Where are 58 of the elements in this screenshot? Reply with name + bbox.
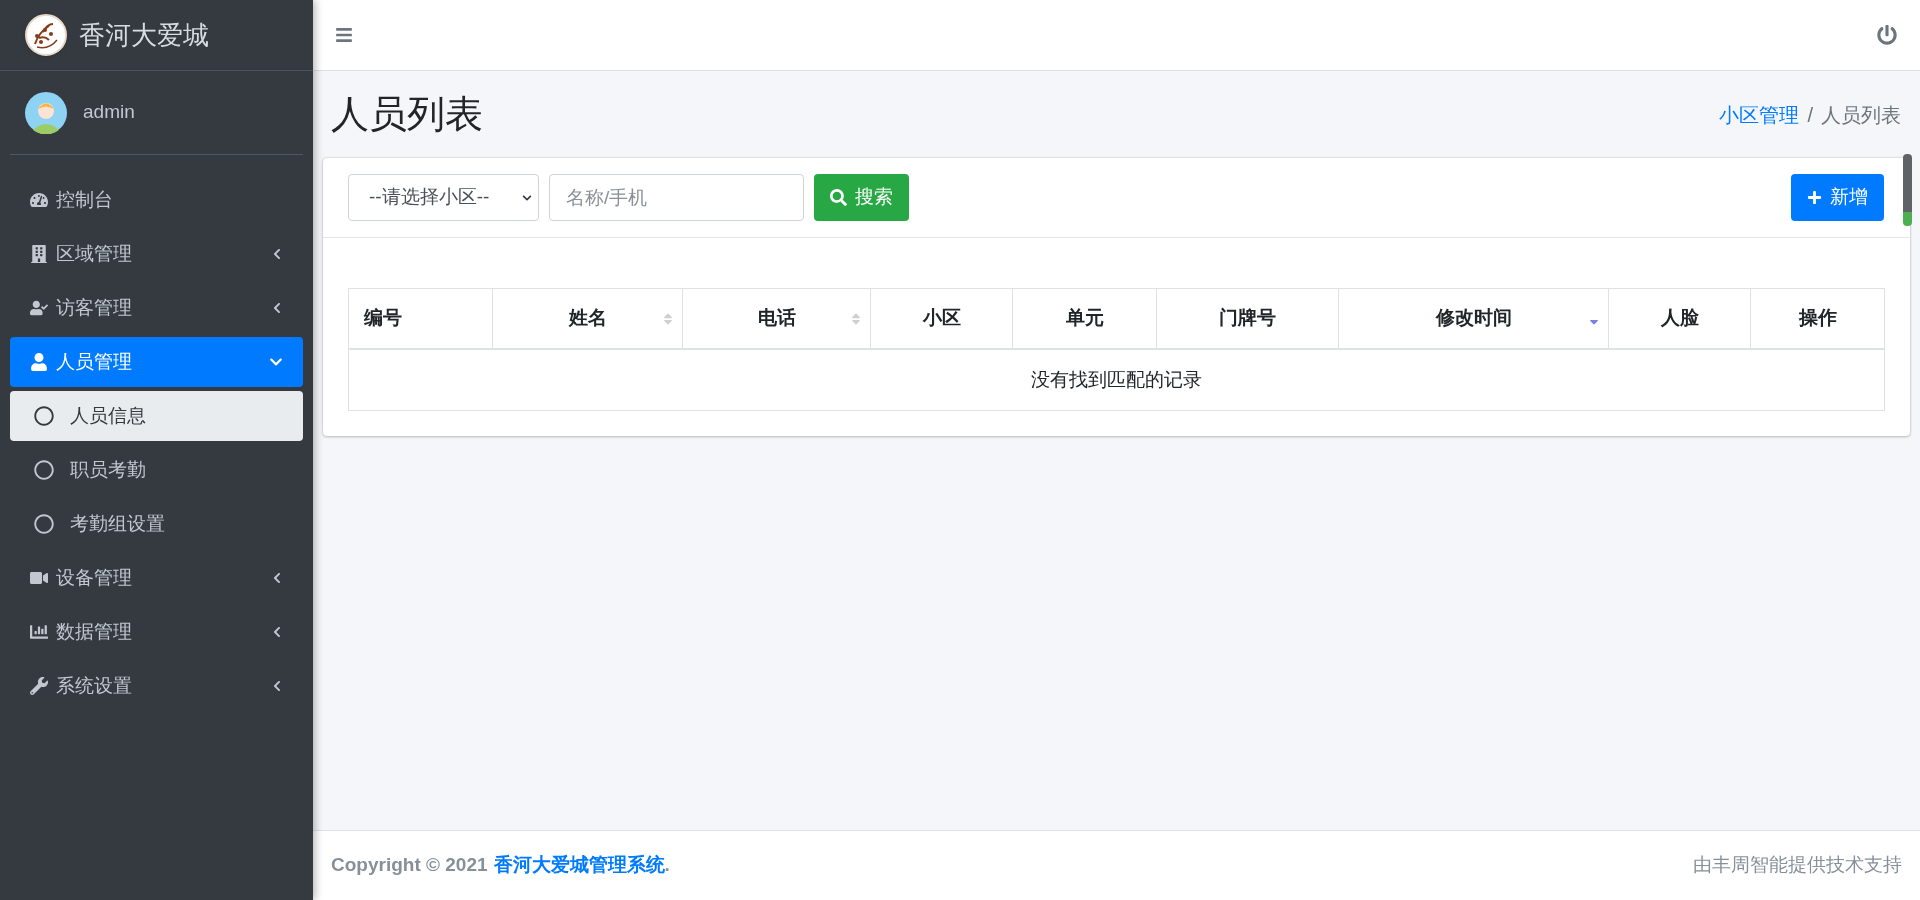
submenu-label: 职员考勤 (70, 457, 146, 482)
column-header[interactable]: 电话 (682, 289, 870, 348)
menu-label: 控制台 (56, 187, 114, 212)
empty-message: 没有找到匹配的记录 (1030, 367, 1203, 392)
submenu-item[interactable]: 人员信息 (10, 391, 303, 441)
menu-item[interactable]: 访客管理 (10, 283, 303, 333)
menu-label: 区域管理 (56, 241, 133, 266)
avatar-icon (25, 91, 67, 134)
user-name[interactable]: admin (83, 98, 135, 127)
footer-link[interactable]: 香河大爱城管理系统. (493, 851, 670, 880)
column-header: 门牌号 (1156, 289, 1338, 348)
user-icon (30, 353, 48, 371)
menu-item[interactable]: 系统设置 (10, 661, 303, 711)
column-header[interactable]: 姓名 (492, 289, 682, 348)
menu-label: 访客管理 (56, 295, 133, 320)
submenu-label: 人员信息 (70, 403, 146, 428)
breadcrumb-current: 人员列表 (1821, 102, 1901, 128)
bar-chart-icon (30, 623, 48, 641)
menu-item[interactable]: 数据管理 (10, 607, 303, 657)
wrench-icon (30, 677, 48, 695)
breadcrumb-link[interactable]: 小区管理 (1719, 99, 1800, 130)
menu-item[interactable]: 控制台 (10, 175, 303, 225)
copyright-text: Copyright © 2021 (331, 853, 488, 878)
menu-label: 数据管理 (56, 619, 133, 644)
column-header: 单元 (1012, 289, 1156, 348)
gauge-icon (30, 191, 48, 209)
community-select[interactable]: --请选择小区-- (348, 174, 539, 221)
dropdown-caret-icon (522, 192, 532, 203)
search-icon (830, 189, 847, 206)
submenu-item[interactable]: 职员考勤 (10, 445, 303, 495)
menu-item[interactable]: 区域管理 (10, 229, 303, 279)
submenu-item[interactable]: 考勤组设置 (10, 499, 303, 549)
scrollbar-thumb[interactable] (1903, 154, 1912, 226)
user-check-icon (30, 299, 48, 317)
column-header: 编号 (363, 306, 403, 331)
submenu-label: 考勤组设置 (70, 511, 165, 536)
column-header[interactable]: 修改时间 (1338, 289, 1608, 348)
menu-label: 系统设置 (56, 673, 133, 698)
menu-label: 人员管理 (56, 349, 133, 374)
menu-icon[interactable] (335, 26, 353, 44)
page-title: 人员列表 (331, 92, 483, 137)
power-icon[interactable] (1877, 25, 1897, 45)
breadcrumb-separator: / (1807, 102, 1813, 128)
footer-period: . (664, 854, 670, 876)
logo-icon (25, 14, 67, 56)
column-header: 小区 (870, 289, 1012, 348)
plus-icon (1807, 190, 1822, 205)
menu-item[interactable]: 设备管理 (10, 553, 303, 603)
column-header: 人脸 (1608, 289, 1750, 348)
video-camera-icon (30, 569, 48, 587)
column-header: 操作 (1750, 289, 1884, 348)
add-button[interactable]: 新增 (1791, 174, 1884, 221)
menu-label: 设备管理 (56, 565, 133, 590)
building-icon (30, 245, 48, 263)
search-field[interactable]: 名称/手机 (549, 174, 804, 221)
brand-title: 香河大爱城 (79, 18, 209, 52)
menu-item[interactable]: 人员管理 (10, 337, 303, 387)
support-text: 由丰周智能提供技术支持 (1693, 853, 1902, 878)
